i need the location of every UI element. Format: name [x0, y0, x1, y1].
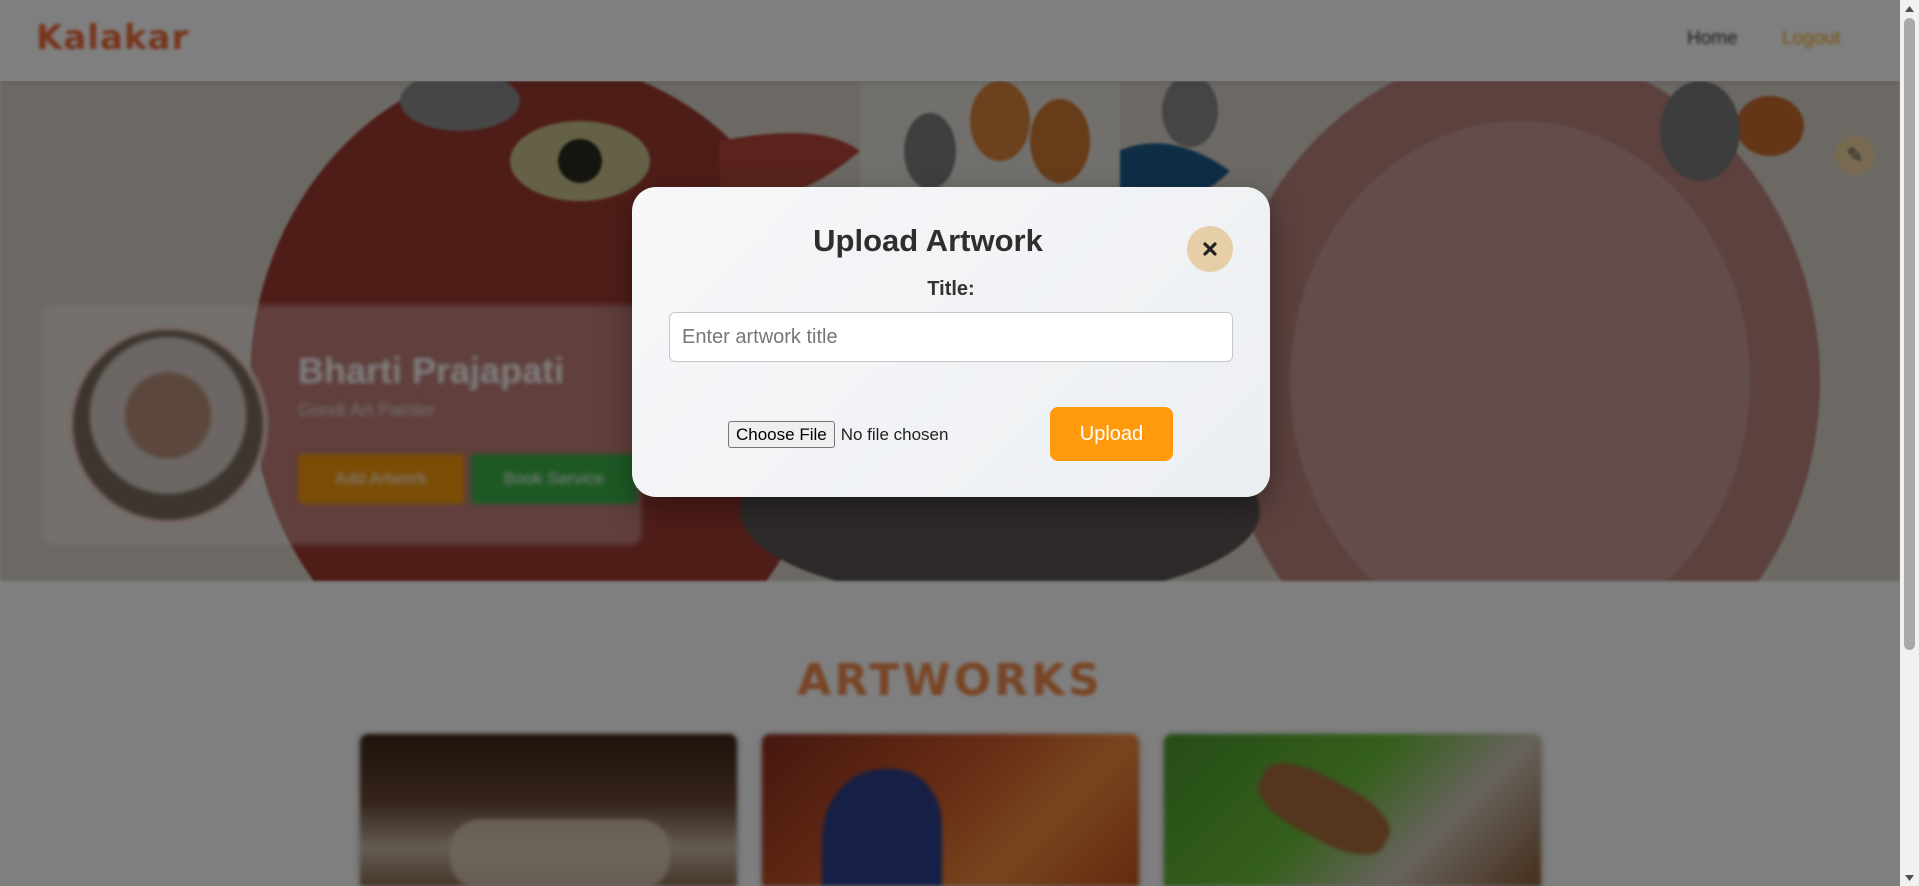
modal-title: Upload Artwork [813, 223, 1043, 258]
file-status-text: No file chosen [840, 424, 949, 444]
scroll-down-arrow-icon[interactable] [1900, 869, 1919, 886]
artwork-title-input[interactable] [669, 312, 1233, 362]
file-picker[interactable]: Choose File No file chosen [728, 421, 948, 448]
scroll-thumb[interactable] [1904, 18, 1915, 650]
upload-artwork-modal: Upload Artwork Title: Choose File No fil… [632, 187, 1270, 497]
title-label: Title: [927, 278, 975, 300]
close-icon [1203, 242, 1217, 256]
choose-file-button[interactable]: Choose File [728, 421, 835, 448]
page-scrollbar[interactable] [1900, 0, 1919, 886]
scroll-up-arrow-icon[interactable] [1900, 0, 1919, 17]
upload-button[interactable]: Upload [1050, 407, 1173, 461]
modal-close-button[interactable] [1187, 226, 1233, 272]
